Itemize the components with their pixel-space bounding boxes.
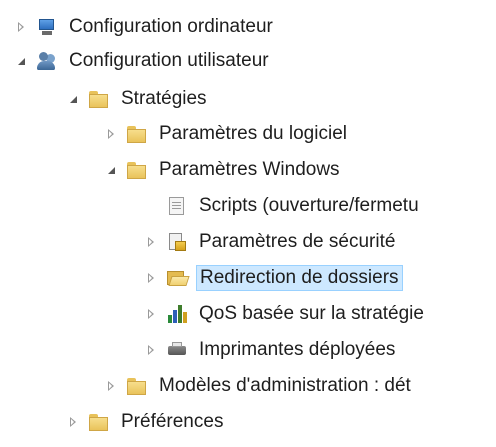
collapse-arrow-icon[interactable] <box>14 54 28 68</box>
collapse-arrow-icon[interactable] <box>66 92 80 106</box>
tree-item-preferences[interactable]: Préférences <box>66 407 226 437</box>
folder-icon <box>126 376 148 396</box>
tree-item-label: Configuration utilisateur <box>69 50 269 71</box>
tree-item-label: Modèles d'administration : dét <box>159 375 411 396</box>
tree-item-label: Paramètres Windows <box>159 159 340 180</box>
tree-item-scripts[interactable]: Scripts (ouverture/fermetu <box>144 191 422 221</box>
security-icon <box>166 232 188 252</box>
users-icon <box>36 51 58 71</box>
chart-icon <box>166 304 188 324</box>
tree-item-modeles-d-administration[interactable]: Modèles d'administration : dét <box>104 371 414 401</box>
tree-item-label: Imprimantes déployées <box>199 339 396 360</box>
script-icon <box>166 196 188 216</box>
tree-item-label: Paramètres de sécurité <box>199 231 396 252</box>
tree-item-label: Stratégies <box>121 88 207 109</box>
tree-item-configuration-ordinateur[interactable]: Configuration ordinateur <box>14 12 276 42</box>
tree-item-label: Paramètres du logiciel <box>159 123 347 144</box>
folder-icon <box>88 412 110 432</box>
tree-item-label: Préférences <box>121 411 224 432</box>
tree-item-label: Configuration ordinateur <box>69 16 273 37</box>
expand-arrow-icon[interactable] <box>144 271 158 285</box>
folder-icon <box>126 160 148 180</box>
collapse-arrow-icon[interactable] <box>104 163 118 177</box>
expand-arrow-icon[interactable] <box>104 127 118 141</box>
tree-item-parametres-windows[interactable]: Paramètres Windows <box>104 155 343 185</box>
tree-item-parametres-du-logiciel[interactable]: Paramètres du logiciel <box>104 119 350 149</box>
group-policy-tree: Configuration ordinateur Configuration u… <box>0 0 496 447</box>
computer-icon <box>36 17 58 37</box>
printer-icon <box>166 340 188 360</box>
tree-item-configuration-utilisateur[interactable]: Configuration utilisateur <box>14 46 272 76</box>
folder-icon <box>88 89 110 109</box>
expand-arrow-icon[interactable] <box>144 307 158 321</box>
expand-arrow-icon[interactable] <box>104 379 118 393</box>
tree-item-label: Scripts (ouverture/fermetu <box>199 195 419 216</box>
tree-item-strategies[interactable]: Stratégies <box>66 84 210 114</box>
tree-item-imprimantes-deployees[interactable]: Imprimantes déployées <box>144 335 398 365</box>
expand-arrow-icon[interactable] <box>66 415 80 429</box>
tree-item-redirection-de-dossiers[interactable]: Redirection de dossiers <box>144 263 403 293</box>
tree-item-qos[interactable]: QoS basée sur la stratégie <box>144 299 427 329</box>
tree-item-label: QoS basée sur la stratégie <box>199 303 424 324</box>
folder-icon <box>126 124 148 144</box>
expand-arrow-icon[interactable] <box>144 235 158 249</box>
expand-arrow-icon[interactable] <box>144 343 158 357</box>
expand-arrow-icon[interactable] <box>14 20 28 34</box>
tree-item-label: Redirection de dossiers <box>196 265 403 291</box>
open-folder-icon <box>166 268 188 288</box>
tree-item-parametres-de-securite[interactable]: Paramètres de sécurité <box>144 227 398 257</box>
